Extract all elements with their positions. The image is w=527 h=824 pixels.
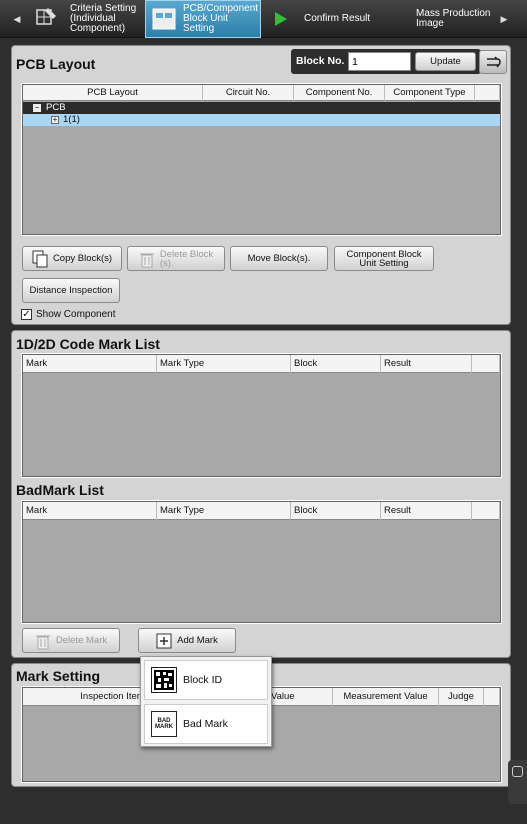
- add-mark-menu: Block ID BAD MARK Bad Mark: [140, 656, 272, 747]
- column-header[interactable]: Mark Type: [157, 502, 291, 520]
- column-header[interactable]: Result: [381, 502, 472, 520]
- delete-mark-button[interactable]: Delete Mark: [22, 628, 120, 653]
- badmark-list-title: BadMark List: [16, 482, 104, 498]
- show-component-toggle[interactable]: ✓ Show Component: [21, 308, 116, 320]
- column-header[interactable]: Mark: [23, 355, 157, 373]
- menu-item-label: Block ID: [183, 674, 223, 686]
- wizard-step-label: Criteria Setting (Individual Component): [70, 3, 137, 34]
- column-header[interactable]: Block: [291, 502, 381, 520]
- add-mark-button[interactable]: Add Mark: [138, 628, 236, 653]
- wizard-step-label: Confirm Result: [304, 13, 371, 24]
- pcb-layout-tree-header: PCB Layout Circuit No. Component No. Com…: [23, 85, 500, 101]
- wizard-step-mass-production-image[interactable]: Mass Production Image: [377, 0, 497, 38]
- pcb-layout-tree[interactable]: PCB Layout Circuit No. Component No. Com…: [21, 83, 502, 236]
- column-header[interactable]: Measurement Value: [333, 688, 439, 706]
- code-mark-grid[interactable]: Mark Mark Type Block Result: [21, 353, 502, 478]
- column-header-filler: [472, 355, 500, 373]
- block-id-icon: [151, 667, 177, 693]
- bad-mark-icon: BAD MARK: [151, 711, 177, 737]
- column-header[interactable]: Mark: [23, 502, 157, 520]
- wizard-prev-button[interactable]: ◀: [10, 0, 24, 38]
- copy-icon: [32, 250, 48, 267]
- column-header[interactable]: Circuit No.: [203, 85, 294, 101]
- button-label: Copy Block(s): [52, 253, 113, 264]
- delete-block-button[interactable]: Delete Block (s).: [127, 246, 225, 271]
- swap-icon: [487, 56, 501, 68]
- move-blocks-button[interactable]: Move Block(s).: [230, 246, 328, 271]
- tree-row[interactable]: − PCB: [23, 102, 500, 114]
- column-header[interactable]: Component Type: [385, 85, 475, 101]
- expand-icon[interactable]: +: [51, 116, 59, 124]
- column-header[interactable]: Result: [381, 355, 472, 373]
- bad-mark-icon-text: BAD MARK: [155, 718, 173, 730]
- menu-item-bad-mark[interactable]: BAD MARK Bad Mark: [144, 704, 268, 744]
- component-block-unit-setting-button[interactable]: Component Block Unit Setting: [334, 246, 434, 271]
- mark-list-panel: 1D/2D Code Mark List Mark Mark Type Bloc…: [11, 330, 511, 658]
- wizard-step-label: PCB/Component Block Unit Setting: [183, 3, 259, 34]
- play-icon: [275, 12, 287, 26]
- wizard-step-criteria-setting[interactable]: Criteria Setting (Individual Component): [28, 0, 144, 38]
- side-panel-tab[interactable]: [508, 760, 527, 804]
- button-label: Add Mark: [177, 635, 218, 646]
- column-header[interactable]: Mark Type: [157, 355, 291, 373]
- column-header[interactable]: Component No.: [294, 85, 385, 101]
- column-header-filler: [475, 85, 500, 101]
- checkbox-checked-icon[interactable]: ✓: [21, 308, 32, 320]
- menu-item-block-id[interactable]: Block ID: [144, 660, 268, 700]
- pcb-block-icon: [152, 8, 176, 30]
- column-header[interactable]: Inspection Item: [23, 688, 153, 706]
- copy-blocks-button[interactable]: Copy Block(s): [22, 246, 122, 271]
- code-mark-list-title: 1D/2D Code Mark List: [16, 336, 160, 352]
- badmark-grid[interactable]: Mark Mark Type Block Result: [21, 500, 502, 624]
- delete-icon: [139, 253, 154, 267]
- wizard-step-label: Mass Production Image: [416, 8, 491, 29]
- block-no-input[interactable]: [348, 52, 411, 71]
- update-button[interactable]: Update: [415, 52, 476, 71]
- column-header-filler: [472, 502, 500, 520]
- column-header[interactable]: Judge: [439, 688, 484, 706]
- menu-item-label: Bad Mark: [183, 718, 228, 730]
- block-no-group: Block No. Update: [291, 49, 481, 74]
- badmark-grid-header: Mark Mark Type Block Result: [23, 502, 500, 520]
- tree-row-label: 1(1): [63, 114, 80, 125]
- show-component-label: Show Component: [36, 308, 116, 320]
- wizard-step-confirm-result[interactable]: Confirm Result: [262, 0, 376, 38]
- wizard-next-button[interactable]: ▶: [497, 0, 511, 38]
- delete-mark-icon: [35, 635, 50, 649]
- pcb-layout-panel: PCB Layout Block No. Update PCB Layout C…: [11, 45, 511, 325]
- distance-inspection-button[interactable]: Distance Inspection: [22, 278, 120, 303]
- code-mark-grid-header: Mark Mark Type Block Result: [23, 355, 500, 373]
- swap-button[interactable]: [479, 50, 507, 74]
- pcb-layout-title: PCB Layout: [16, 56, 96, 72]
- wizard-bar: ◀ Criteria Setting (Individual Component…: [0, 0, 527, 38]
- wizard-step-pcb-block-unit-setting[interactable]: PCB/Component Block Unit Setting: [145, 0, 261, 38]
- column-header-filler: [484, 688, 500, 706]
- add-mark-icon: [156, 633, 172, 648]
- side-panel-icon: [512, 766, 523, 777]
- criteria-setting-icon: [36, 8, 56, 25]
- button-label: Delete Mark: [55, 635, 108, 646]
- column-header[interactable]: Block: [291, 355, 381, 373]
- button-label: Delete Block (s).: [159, 248, 214, 269]
- collapse-icon[interactable]: −: [33, 104, 41, 112]
- column-header[interactable]: PCB Layout: [23, 85, 203, 101]
- block-no-label: Block No.: [296, 55, 345, 67]
- tree-row-label: PCB: [46, 102, 66, 113]
- mark-setting-title: Mark Setting: [16, 668, 101, 684]
- tree-row-selected[interactable]: + 1(1): [23, 114, 500, 126]
